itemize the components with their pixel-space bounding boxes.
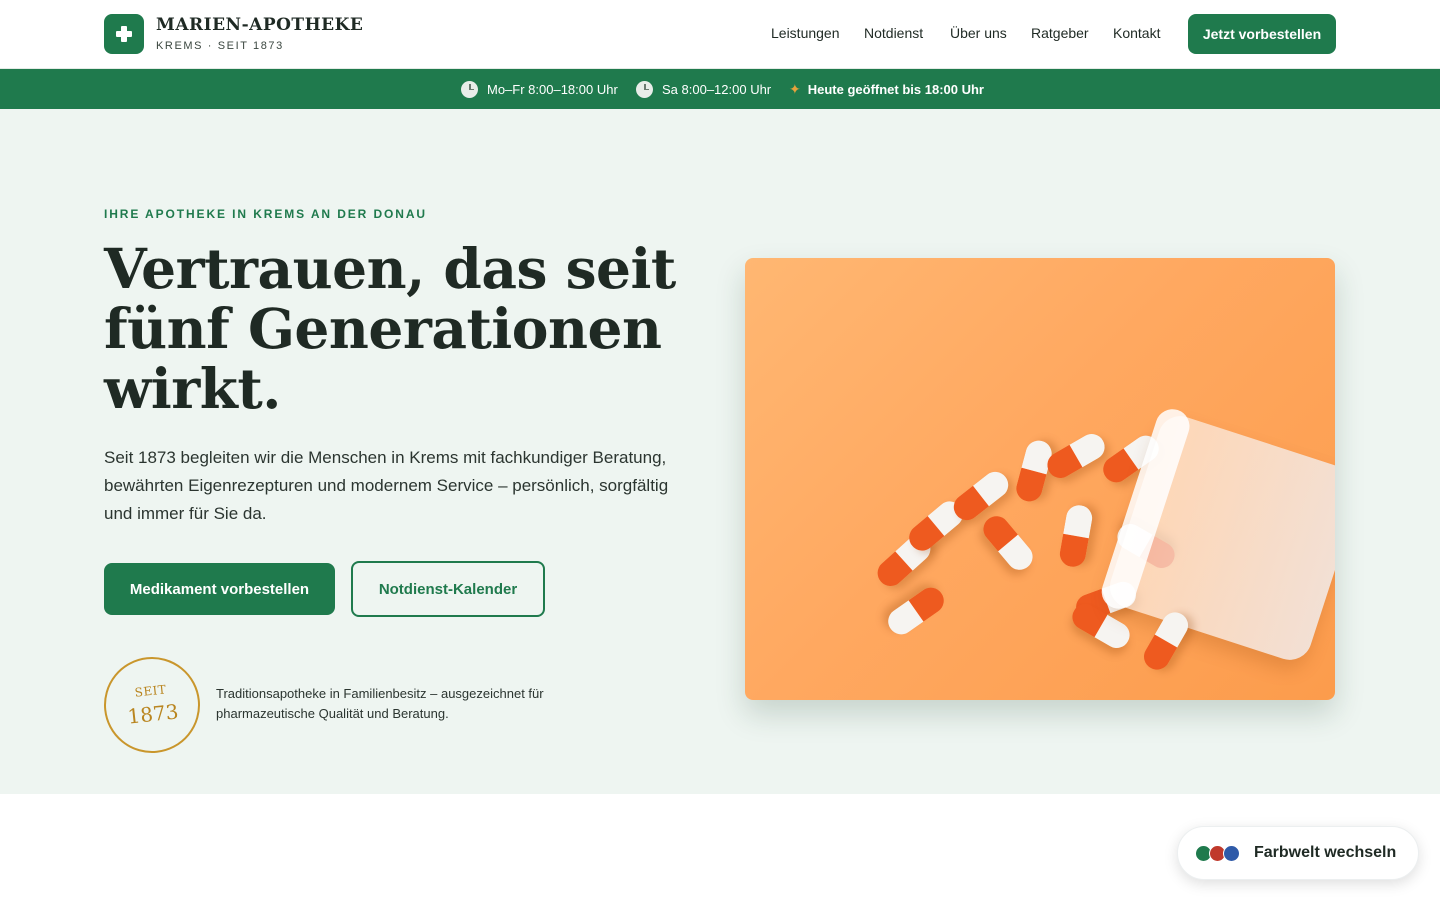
since-seal: SEIT 1873	[99, 652, 205, 758]
site-header: MARIEN-APOTHEKE KREMS · SEIT 1873 Leistu…	[0, 0, 1440, 69]
hours-weekday-text: Mo–Fr 8:00–18:00 Uhr	[487, 81, 618, 97]
hours-weekday: Mo–Fr 8:00–18:00 Uhr	[461, 69, 618, 109]
hero-image-pills	[745, 258, 1335, 700]
seal-description: Traditionsapotheke in Familienbesitz – a…	[216, 686, 544, 721]
hero-eyebrow: IHRE APOTHEKE IN KREMS AN DER DONAU	[104, 207, 427, 221]
nav-item-ratgeber[interactable]: Ratgeber	[1031, 25, 1089, 41]
nav-item-leistungen[interactable]: Leistungen	[771, 25, 840, 41]
open-status: ✦ Heute geöffnet bis 18:00 Uhr	[789, 69, 984, 109]
nav-item-ueber-uns[interactable]: Über uns	[950, 25, 1007, 41]
opening-hours-bar: Mo–Fr 8:00–18:00 Uhr Sa 8:00–12:00 Uhr ✦…	[0, 69, 1440, 109]
nav-item-kontakt[interactable]: Kontakt	[1113, 25, 1160, 41]
color-theme-switch[interactable]: Farbwelt wechseln	[1177, 826, 1419, 880]
clock-icon	[636, 80, 653, 98]
preorder-medication-button[interactable]: Medikament vorbestellen	[104, 563, 335, 615]
hero-headline: Vertrauen, das seit fünf Generationen wi…	[104, 236, 676, 421]
clock-icon	[461, 80, 478, 98]
preorder-button[interactable]: Jetzt vorbestellen	[1188, 14, 1336, 54]
hours-saturday-text: Sa 8:00–12:00 Uhr	[662, 81, 772, 97]
cross-icon[interactable]	[104, 14, 144, 54]
sparkle-icon: ✦	[789, 80, 801, 97]
hero-lead: Seit 1873 begleiten wir die Menschen in …	[104, 448, 669, 523]
color-switch-label: Farbwelt wechseln	[1254, 844, 1397, 861]
emergency-calendar-button[interactable]: Notdienst-Kalender	[351, 561, 545, 617]
brand-subtitle: KREMS · SEIT 1873	[156, 40, 284, 52]
hours-saturday: Sa 8:00–12:00 Uhr	[636, 69, 771, 109]
brand-name[interactable]: MARIEN-APOTHEKE	[156, 15, 363, 35]
seal-year: 1873	[126, 699, 180, 729]
color-swatch-blue	[1223, 845, 1240, 862]
open-status-text: Heute geöffnet bis 18:00 Uhr	[807, 81, 984, 97]
hero-section: IHRE APOTHEKE IN KREMS AN DER DONAU Vert…	[0, 109, 1440, 794]
nav-item-notdienst[interactable]: Notdienst	[864, 25, 923, 41]
